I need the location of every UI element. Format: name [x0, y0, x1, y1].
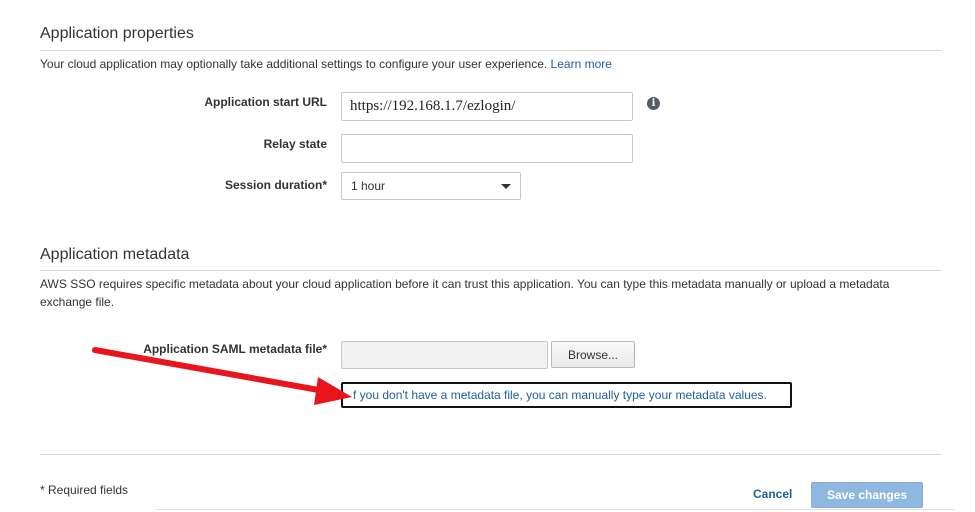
- session-duration-value: 1 hour: [351, 179, 386, 193]
- info-icon[interactable]: i: [647, 97, 660, 110]
- app-properties-description-text: Your cloud application may optionally ta…: [40, 57, 548, 71]
- manual-metadata-link[interactable]: f you don't have a metadata file, you ca…: [341, 382, 792, 408]
- required-fields-note: * Required fields: [40, 483, 129, 497]
- relay-state-label: Relay state: [263, 137, 327, 151]
- app-metadata-description-line1: AWS SSO requires specific metadata about…: [40, 277, 890, 291]
- section-divider: [40, 50, 941, 51]
- app-metadata-description-line2: exchange file.: [40, 295, 115, 309]
- bottom-edge-line: [155, 509, 955, 510]
- start-url-label: Application start URL: [204, 95, 327, 109]
- app-metadata-title: Application metadata: [40, 246, 190, 263]
- app-properties-title: Application properties: [40, 25, 194, 42]
- footer-divider: [40, 454, 941, 455]
- session-duration-select[interactable]: 1 hour: [341, 172, 521, 200]
- save-changes-button[interactable]: Save changes: [811, 482, 923, 508]
- application-config-page: Application properties Your cloud applic…: [0, 0, 975, 512]
- learn-more-link[interactable]: Learn more: [551, 57, 612, 71]
- saml-file-label: Application SAML metadata file*: [143, 342, 327, 356]
- cancel-button[interactable]: Cancel: [753, 487, 792, 501]
- relay-state-input[interactable]: [341, 134, 633, 163]
- start-url-value: https://192.168.1.7/ezlogin/: [350, 98, 516, 114]
- chevron-down-icon: [501, 183, 511, 189]
- start-url-input[interactable]: https://192.168.1.7/ezlogin/: [341, 92, 633, 121]
- app-properties-description: Your cloud application may optionally ta…: [40, 55, 612, 73]
- app-metadata-description: AWS SSO requires specific metadata about…: [40, 275, 940, 311]
- saml-file-input[interactable]: [341, 341, 548, 369]
- browse-button[interactable]: Browse...: [551, 341, 635, 368]
- session-duration-label: Session duration*: [224, 178, 327, 192]
- section-divider: [40, 270, 941, 271]
